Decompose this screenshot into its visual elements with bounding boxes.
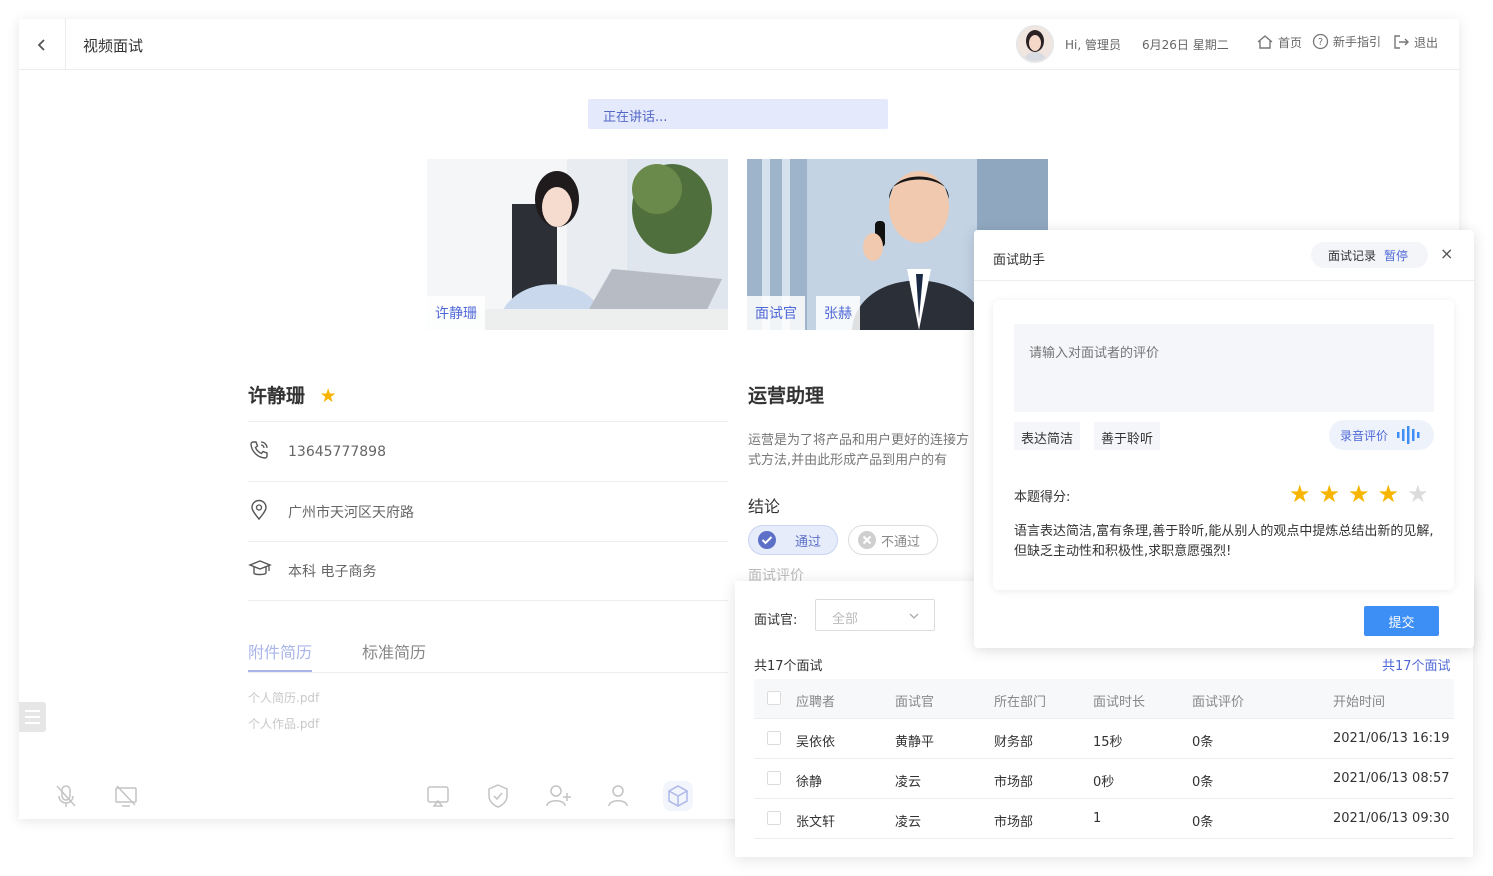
greeting: Hi, 管理员 [1065,38,1121,52]
record-label: 面试记录 [1328,248,1377,263]
star-filled-icon[interactable]: ★ [1348,482,1370,506]
tag-good-listener[interactable]: 善于聆听 [1094,422,1161,450]
tag-concise[interactable]: 表达简洁 [1014,422,1081,450]
svg-text:?: ? [1318,37,1323,48]
logout-icon [1394,35,1409,49]
table-row[interactable]: 张文轩 凌云 市场部 1 0条 2021/06/13 09:30 [754,799,1454,839]
score-label: 本题得分: [1014,490,1071,505]
file-link-resume[interactable]: 个人简历.pdf [248,689,319,706]
candidate-address: 广州市天河区天府路 [288,504,414,521]
evaluation-input[interactable] [1014,324,1434,412]
table-header-row: 应聘者 面试官 所在部门 面试时长 面试评价 开始时间 [754,679,1454,719]
home-icon [1257,35,1273,49]
guide-link[interactable]: ? 新手指引 [1312,33,1381,50]
row-checkbox[interactable] [767,771,781,785]
evaluation-comment: 语言表达简洁,富有条理,善于聆听,能从别人的观点中提炼总结出新的见解,但缺乏主动… [1014,524,1434,559]
candidate-address-row: 广州市天河区天府路 [248,481,728,541]
candidate-name-tag: 许静珊 [427,296,485,330]
star-filled-icon[interactable]: ★ [1378,482,1400,506]
submit-button[interactable]: 提交 [1364,606,1439,636]
user-icon[interactable] [603,781,633,811]
assistant-title: 面试助手 [993,253,1046,268]
star-filled-icon[interactable]: ★ [1319,482,1341,506]
interview-table: 应聘者 面试官 所在部门 面试时长 面试评价 开始时间 吴依依 黄静平 财务部 … [754,679,1454,839]
help-circle-icon: ? [1312,33,1329,50]
chevron-down-icon [909,613,919,619]
candidate-video[interactable]: 许静珊 [427,159,728,330]
evaluation-card: 表达简洁 善于聆听 录音评价 本题得分: ★ ★ ★ ★ ★ 语言表达简洁,富有条理,善… [993,300,1454,590]
fail-button[interactable]: 不通过 [848,525,938,555]
interview-count-link[interactable]: 共17个面试 [1382,655,1451,674]
interview-assistant-panel: 面试助手 面试记录 暂停 × 表达简洁 善于聆听 录音评价 本题得分: ★★★★… [974,230,1474,648]
star-filled-icon[interactable]: ★ [1289,482,1311,506]
home-link[interactable]: 首页 [1256,33,1302,51]
favorite-star-icon[interactable]: ★ [320,385,337,407]
check-circle-icon [758,531,776,549]
user-avatar-icon [1018,27,1052,61]
graduation-cap-icon [248,560,272,576]
conclusion-label: 结论 [748,497,781,516]
menu-toggle-button[interactable] [19,702,46,732]
logout-link[interactable]: 退出 [1392,33,1438,51]
cube-icon[interactable] [663,781,693,811]
divider [974,280,1474,281]
screen-share-icon[interactable] [423,781,453,811]
resume-tabs: 附件简历 标准简历 [248,639,728,673]
select-all-checkbox[interactable] [767,691,781,705]
add-user-icon[interactable] [543,781,573,811]
shield-icon[interactable] [483,781,513,811]
sound-wave-icon [1397,426,1420,444]
chevron-left-icon [37,38,45,51]
current-date: 6月26日 星期二 [1142,38,1229,52]
filter-label: 面试官: [754,613,798,628]
mic-off-icon[interactable] [51,781,81,811]
row-checkbox[interactable] [767,811,781,825]
table-row[interactable]: 吴依依 黄静平 财务部 15秒 0条 2021/06/13 16:19 [754,719,1454,759]
candidate-phone: 13645777898 [288,443,386,460]
star-empty-icon[interactable]: ★ [1407,482,1429,506]
tab-attached-resume[interactable]: 附件简历 [248,639,313,672]
candidate-phone-row: 13645777898 [248,421,728,481]
table-row[interactable]: 徐静 凌云 市场部 0秒 0条 2021/06/13 08:57 [754,759,1454,799]
avatar[interactable] [1016,25,1054,63]
pass-button[interactable]: 通过 [748,525,838,555]
candidate-education-row: 本科 电子商务 [248,541,728,601]
interviewer-filter-select[interactable]: 全部 [815,599,935,631]
top-header: 视频面试 Hi, 管理员 6月26日 星期二 首页 ? 新手指引 退出 [19,19,1459,70]
close-circle-icon [858,531,876,549]
tab-standard-resume[interactable]: 标准简历 [362,639,426,663]
interview-count: 共17个面试 [754,659,823,674]
screen-off-icon[interactable] [111,781,141,811]
location-pin-icon [251,499,267,520]
close-icon[interactable]: × [1440,244,1453,263]
file-link-portfolio[interactable]: 个人作品.pdf [248,715,319,732]
interviewer-name-tag: 张赫 [816,296,860,330]
voice-evaluation-button[interactable]: 录音评价 [1329,420,1434,450]
back-button[interactable] [19,19,66,70]
row-checkbox[interactable] [767,731,781,745]
candidate-education: 本科 电子商务 [288,564,377,580]
interviewer-role-tag: 面试官 [747,296,805,330]
job-description: 运营是为了将产品和用户更好的连接方式方法,并由此形成产品到用户的有 [748,433,970,468]
speaking-status: 正在讲话... [588,99,888,129]
candidate-name: 许静珊 ★ [248,385,337,407]
page-title: 视频面试 [83,37,144,55]
star-rating[interactable]: ★ ★ ★ ★ ★ [1289,482,1429,506]
phone-icon [250,440,268,459]
job-title: 运营助理 [748,385,825,407]
pause-button[interactable]: 暂停 [1384,247,1408,264]
record-control: 面试记录 暂停 [1311,242,1428,268]
